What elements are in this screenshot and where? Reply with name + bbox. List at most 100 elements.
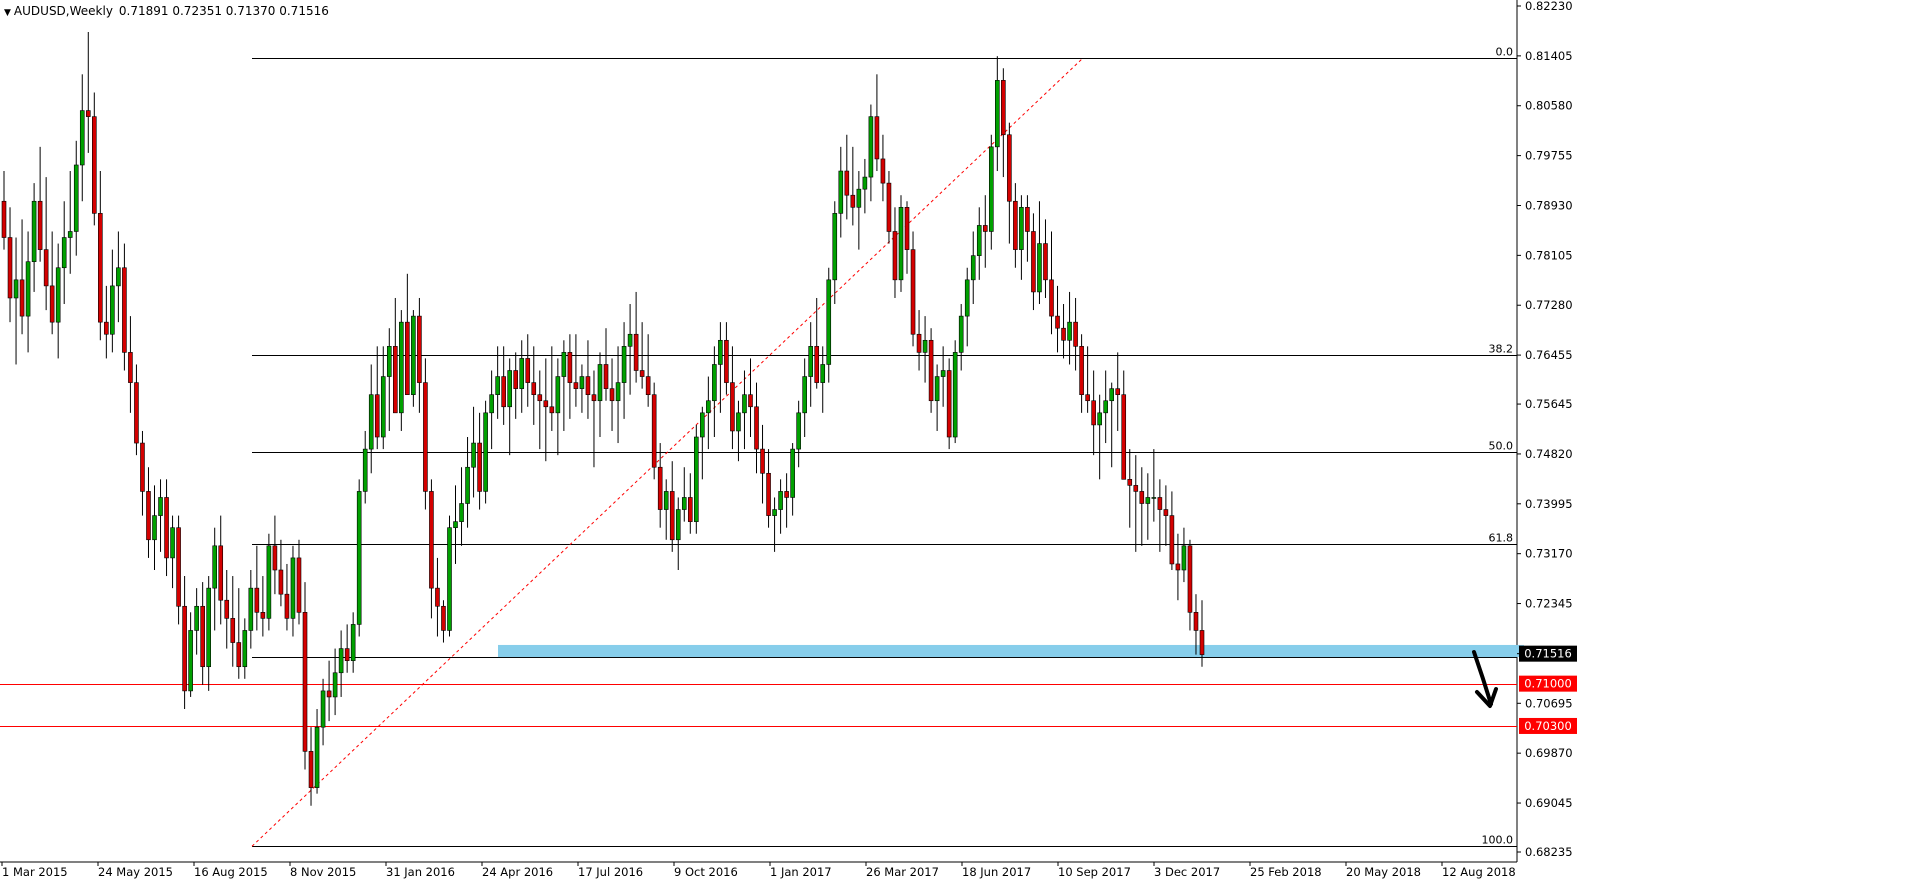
candle-body xyxy=(820,364,826,383)
candle-body xyxy=(651,394,657,468)
candle-body xyxy=(200,605,205,668)
candle-body xyxy=(844,170,850,196)
candle xyxy=(928,328,934,413)
x-tick-label: 10 Sep 2017 xyxy=(1058,865,1131,879)
candle-body xyxy=(477,442,482,492)
candle-body xyxy=(230,618,236,643)
y-tick-label: 0.72345 xyxy=(1525,597,1573,611)
candle-body xyxy=(92,116,97,214)
candle-body xyxy=(1079,346,1084,395)
y-tick-label: 0.74820 xyxy=(1525,447,1573,461)
candle-body xyxy=(254,587,260,613)
y-tick-label: 0.76455 xyxy=(1525,348,1573,362)
candle-body xyxy=(1031,231,1036,293)
candle-body xyxy=(1067,321,1072,341)
candle-body xyxy=(543,400,549,408)
y-tick-label: 0.68235 xyxy=(1525,845,1573,859)
candle-body xyxy=(338,648,344,674)
level-price-label: 0.71000 xyxy=(1524,677,1572,691)
candle-body xyxy=(639,370,645,377)
candle-body xyxy=(663,491,669,510)
x-tick-label: 24 May 2015 xyxy=(98,865,173,879)
candle-body xyxy=(447,527,452,631)
candle-body xyxy=(332,672,338,698)
candle-body xyxy=(441,605,446,631)
candle-body xyxy=(1043,243,1048,281)
candle-body xyxy=(25,261,31,317)
candle-body xyxy=(742,394,747,414)
candle xyxy=(399,310,404,431)
chart-window[interactable]: 0.038.250.061.876.4100.0 0.822300.814050… xyxy=(0,0,1916,884)
candle xyxy=(356,479,362,637)
candle-body xyxy=(1019,206,1024,250)
fib-level-label: 38.2 xyxy=(1489,343,1514,356)
candle-body xyxy=(1115,388,1121,395)
candle-body xyxy=(790,448,795,498)
candle-body xyxy=(922,339,928,353)
candle-body xyxy=(892,231,898,281)
candle-body xyxy=(687,497,693,522)
candle-body xyxy=(754,406,759,450)
candle-body xyxy=(158,497,163,516)
candle-body xyxy=(838,170,844,214)
candle-body xyxy=(37,200,43,250)
candle-body xyxy=(146,491,151,541)
candle-body xyxy=(1103,400,1108,414)
candle-body xyxy=(13,279,19,299)
candle-body xyxy=(308,751,314,788)
x-tick-label: 17 Jul 2016 xyxy=(578,865,643,879)
candle-body xyxy=(826,279,832,365)
candle-body xyxy=(537,394,543,402)
candle-body xyxy=(266,545,272,619)
candle xyxy=(694,424,699,534)
candle-body xyxy=(1133,485,1139,492)
candle-body xyxy=(814,346,820,383)
candle-body xyxy=(152,515,157,541)
candle-body xyxy=(525,358,531,383)
candle-body xyxy=(718,339,723,365)
candle-body xyxy=(290,557,296,619)
candle-body xyxy=(314,726,320,788)
candle-body xyxy=(856,188,862,208)
x-tick-label: 1 Mar 2015 xyxy=(2,865,68,879)
candle-body xyxy=(970,255,976,281)
fib-level-label: 0.0 xyxy=(1496,46,1514,59)
candle-body xyxy=(603,364,609,389)
candle-body xyxy=(134,382,139,444)
candle-body xyxy=(513,370,519,389)
candle-body xyxy=(796,412,801,450)
y-tick-label: 0.69045 xyxy=(1525,796,1573,810)
dropdown-triangle-icon[interactable]: ▼ xyxy=(4,8,11,18)
candle-body xyxy=(573,382,579,389)
candlestick-chart[interactable]: 0.038.250.061.876.4100.0 0.822300.814050… xyxy=(0,0,1916,884)
candle-body xyxy=(236,642,242,668)
candle xyxy=(952,340,958,444)
x-tick-label: 9 Oct 2016 xyxy=(674,865,738,879)
current-price-label: 0.71516 xyxy=(1524,647,1572,661)
candle-body xyxy=(1169,515,1175,565)
candle-body xyxy=(916,333,922,353)
y-tick-label: 0.78930 xyxy=(1525,198,1573,212)
candle-body xyxy=(928,339,934,402)
candle-body xyxy=(1139,491,1145,504)
candle-body xyxy=(706,400,711,414)
candle-body xyxy=(730,382,735,432)
candle-body xyxy=(886,182,892,232)
candle-body xyxy=(85,110,91,117)
candle-body xyxy=(784,491,789,498)
x-tick-label: 16 Aug 2015 xyxy=(194,865,268,879)
candle-body xyxy=(748,394,753,408)
candle-body xyxy=(724,339,729,383)
candle-body xyxy=(495,376,500,395)
candle-body xyxy=(585,376,591,395)
candle xyxy=(447,515,452,637)
candle-body xyxy=(188,630,193,692)
candle-body xyxy=(657,466,663,510)
candle-body xyxy=(1,200,7,238)
candle-body xyxy=(808,346,813,377)
candle-body xyxy=(344,648,350,661)
candle-body xyxy=(1109,388,1114,402)
y-tick-label: 0.79755 xyxy=(1525,149,1573,163)
candle xyxy=(483,400,488,504)
candle-body xyxy=(832,213,838,281)
